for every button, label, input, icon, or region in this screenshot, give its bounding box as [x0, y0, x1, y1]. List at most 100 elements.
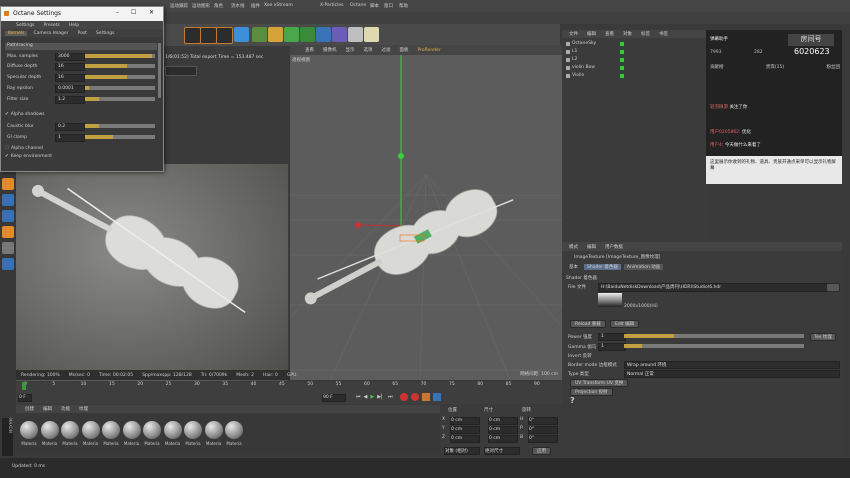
- gamma-slider[interactable]: [624, 344, 804, 348]
- material-ball[interactable]: [163, 421, 182, 439]
- material-ball[interactable]: [225, 421, 243, 439]
- coord-value-field[interactable]: 0 cm: [488, 417, 518, 425]
- object-row[interactable]: violin Bow: [566, 64, 706, 71]
- param-value-input[interactable]: 0.2: [55, 123, 85, 131]
- menu-item[interactable]: 运动图形: [192, 3, 210, 9]
- mat-menu-function[interactable]: 功能: [58, 406, 73, 412]
- move-tool-icon[interactable]: [2, 178, 14, 190]
- menu-item[interactable]: 流水线: [231, 3, 245, 9]
- menu-help[interactable]: Help: [66, 23, 82, 28]
- visibility-icon[interactable]: [620, 49, 624, 54]
- object-row[interactable]: L1: [566, 48, 706, 55]
- material-ball[interactable]: [204, 421, 223, 439]
- coord-value-field[interactable]: 0 cm: [450, 426, 480, 434]
- light-icon[interactable]: [364, 27, 379, 42]
- coord-mode-select[interactable]: 对象 (相对): [444, 447, 480, 455]
- material-ball[interactable]: [81, 421, 100, 439]
- attr-menu-mode[interactable]: 模式: [566, 244, 581, 250]
- minimize-icon[interactable]: –: [116, 9, 119, 16]
- timeline[interactable]: 051015202530354045505560657075808590 0 F…: [16, 382, 562, 404]
- gamma-input[interactable]: 1: [598, 343, 626, 351]
- alpha-shadows-check[interactable]: ✔ Alpha shadows: [5, 112, 45, 117]
- power-input[interactable]: 1: [598, 333, 626, 341]
- om-menu-tag[interactable]: 标签: [638, 31, 653, 37]
- menu-item[interactable]: Xee xStream: [264, 3, 293, 8]
- perspective-viewport[interactable]: 透视视图 网格间距: 100 cm: [290, 55, 562, 380]
- subdivision-icon[interactable]: [268, 27, 283, 42]
- render-dropdown[interactable]: [165, 66, 197, 76]
- vp2-menu-display[interactable]: 显示: [343, 47, 358, 53]
- vp2-menu-filter[interactable]: 过滤: [379, 47, 394, 53]
- close-icon[interactable]: ✕: [149, 9, 154, 16]
- attr-menu-edit[interactable]: 编辑: [584, 244, 599, 250]
- visibility-icon[interactable]: [620, 57, 624, 62]
- vp2-menu-view[interactable]: 查看: [302, 47, 317, 53]
- apply-button[interactable]: 应用: [532, 447, 551, 455]
- coord-value-field[interactable]: 0 cm: [488, 426, 518, 434]
- maximize-icon[interactable]: ☐: [131, 9, 136, 16]
- param-value-input[interactable]: 16: [55, 74, 85, 82]
- prev-key-icon[interactable]: ◀: [364, 394, 368, 400]
- menu-item[interactable]: 角色: [214, 3, 223, 9]
- points-mode-icon[interactable]: [2, 242, 14, 254]
- visibility-icon[interactable]: [620, 65, 624, 70]
- render-viewport[interactable]: [16, 164, 288, 381]
- chat-tab-fans[interactable]: 粉丝团: [827, 64, 841, 70]
- object-row[interactable]: L2: [566, 56, 706, 63]
- param-value-input[interactable]: 16: [55, 63, 85, 71]
- param-value-input[interactable]: 1.2: [55, 96, 85, 104]
- menu-item[interactable]: X-Particles: [320, 3, 343, 8]
- end-frame-field[interactable]: 90 F: [322, 394, 346, 402]
- coord-value-field[interactable]: 0°: [528, 435, 558, 443]
- attr-menu-userdata[interactable]: 用户数据: [602, 244, 626, 250]
- border-mode-select[interactable]: Wrap around 环绕: [624, 361, 840, 369]
- keep-environment-check[interactable]: ✔ Keep environment: [5, 154, 52, 159]
- param-slider[interactable]: [85, 135, 155, 139]
- om-menu-edit[interactable]: 编辑: [584, 31, 599, 37]
- kernel-mode-select[interactable]: Pathtracing: [5, 43, 157, 50]
- autokey-icon[interactable]: [411, 393, 420, 401]
- edges-mode-icon[interactable]: [2, 258, 14, 270]
- param-slider[interactable]: [85, 54, 155, 58]
- material-ball[interactable]: [61, 421, 79, 439]
- help-icon[interactable]: ?: [570, 396, 575, 405]
- tab-settings[interactable]: Settings: [93, 31, 117, 36]
- attr-tab-basic[interactable]: 基本: [566, 264, 581, 270]
- param-slider[interactable]: [85, 75, 155, 79]
- tab-post[interactable]: Post: [75, 31, 90, 36]
- mat-menu-create[interactable]: 创建: [22, 406, 37, 412]
- om-menu-object[interactable]: 对象: [620, 31, 635, 37]
- coord-value-field[interactable]: 0 cm: [488, 435, 518, 443]
- play-icon[interactable]: ▶: [370, 394, 374, 400]
- param-slider[interactable]: [85, 64, 155, 68]
- material-ball[interactable]: [40, 421, 59, 439]
- menu-item[interactable]: 窗口: [384, 3, 393, 9]
- tex-button[interactable]: Tex 纹理: [810, 333, 836, 341]
- file-path-field[interactable]: H:\BaiduNetdiskDownload\产品周刊\HDRI\Studio…: [598, 283, 828, 292]
- invert-label[interactable]: Invert 反转: [568, 353, 592, 359]
- material-ball[interactable]: [143, 421, 161, 439]
- dialog-scrollbar[interactable]: [158, 43, 161, 98]
- position-key-icon[interactable]: [433, 393, 442, 401]
- generator-icon[interactable]: [284, 27, 299, 42]
- param-value-input[interactable]: 0.0001: [55, 85, 85, 93]
- start-frame-field[interactable]: 0 F: [18, 394, 32, 402]
- cube-icon[interactable]: [234, 27, 249, 42]
- material-ball[interactable]: [102, 421, 120, 439]
- menu-item[interactable]: Octane: [350, 3, 366, 8]
- menu-item[interactable]: 插件: [251, 3, 260, 9]
- goto-end-icon[interactable]: ⏭: [388, 394, 393, 400]
- reload-button[interactable]: Reload 重载: [570, 320, 606, 328]
- tab-camera-imager[interactable]: Camera Imager: [30, 31, 71, 36]
- attr-tab-shader[interactable]: Shader 着色器: [584, 264, 621, 270]
- uv-transform-button[interactable]: UV Transform UV 变换: [570, 379, 629, 387]
- object-row[interactable]: Violin: [566, 72, 706, 79]
- object-row[interactable]: OctaneSky: [566, 40, 706, 47]
- coord-value-field[interactable]: 0°: [528, 426, 558, 434]
- chat-tab-contrib[interactable]: 贡献榜: [710, 64, 724, 70]
- material-ball[interactable]: [122, 421, 141, 439]
- menu-settings[interactable]: Settings: [13, 23, 37, 28]
- coord-size-select[interactable]: 绝对尺寸: [484, 447, 520, 455]
- menu-item[interactable]: 脚本: [370, 3, 379, 9]
- param-slider[interactable]: [85, 124, 155, 128]
